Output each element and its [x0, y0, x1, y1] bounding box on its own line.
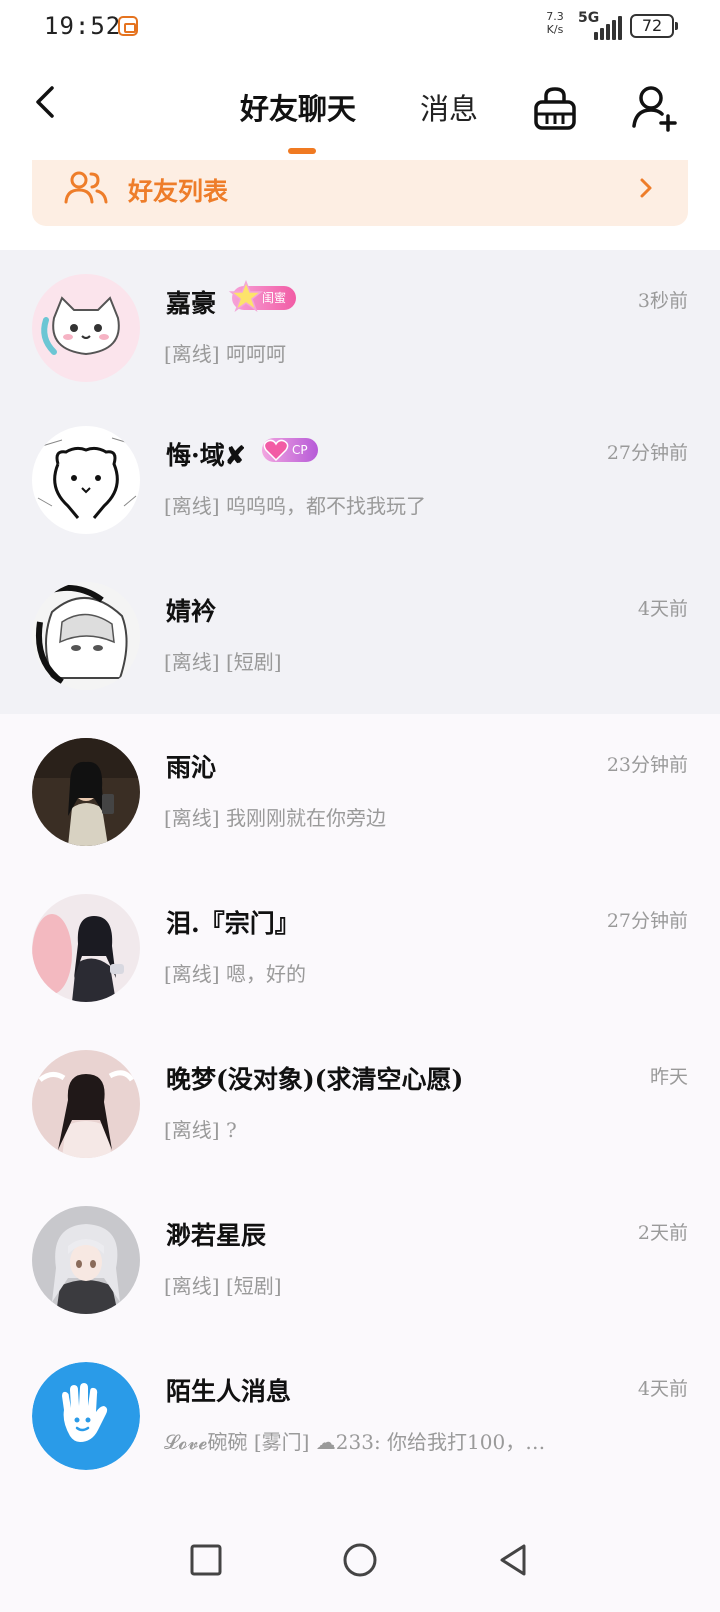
- conversation-name: 婧衿: [166, 597, 217, 626]
- avatar: [32, 894, 140, 1002]
- relationship-badge: 闺蜜: [228, 280, 297, 312]
- avatar: [32, 738, 140, 846]
- network-speed-value: 7.3: [546, 10, 564, 23]
- relationship-badge-label: CP: [292, 443, 308, 457]
- conversation-name: 陌生人消息: [166, 1377, 292, 1406]
- system-nav-bar: [0, 1516, 720, 1612]
- star-icon: [228, 280, 264, 312]
- tab-friend-chat[interactable]: 好友聊天: [240, 86, 356, 128]
- friend-list-banner[interactable]: 好友列表: [32, 160, 688, 226]
- relationship-badge-label: 闺蜜: [262, 291, 287, 305]
- triangle-back-icon[interactable]: [494, 1540, 534, 1580]
- conversation-time: 4天前: [637, 1378, 688, 1400]
- back-arrow-icon: [36, 86, 54, 118]
- conversation-item[interactable]: 悔·域✘ CP 27分钟前 [离线] 呜呜呜，都不找我玩了: [0, 402, 720, 558]
- conversation-preview: [离线] ?: [164, 1118, 237, 1142]
- signal-icon: [594, 14, 624, 40]
- conversation-item[interactable]: 嘉豪 闺蜜 3秒前 [离线] 呵呵呵: [0, 250, 720, 402]
- avatar: [32, 1206, 140, 1314]
- avatar: [32, 582, 140, 690]
- conversation-preview: [离线] 我刚刚就在你旁边: [164, 806, 386, 830]
- friend-list-section: 好友列表: [0, 158, 720, 250]
- friends-icon: [64, 171, 108, 204]
- avatar: [32, 274, 140, 382]
- conversation-name: 泪.『宗门』: [166, 909, 300, 938]
- conversation-preview: 𝓛𝓸𝓿𝓮碗碗 [雾门] ☁︎233: 你给我打100，…: [164, 1430, 546, 1454]
- conversation-preview: [离线] [短剧]: [164, 650, 282, 674]
- add-friend-button[interactable]: [632, 84, 678, 132]
- conversation-item[interactable]: 渺若星辰 2天前 [离线] [短剧]: [0, 1182, 720, 1338]
- conversation-preview: [离线] 呜呜呜，都不找我玩了: [164, 494, 426, 518]
- conversation-item[interactable]: 晚梦(没对象)(求清空心愿) 昨天 [离线] ?: [0, 1026, 720, 1182]
- relationship-badge: CP: [262, 438, 318, 462]
- conversation-preview: [离线] 呵呵呵: [164, 342, 286, 366]
- conversation-name: 悔·域✘: [166, 441, 246, 470]
- avatar: [32, 1362, 140, 1470]
- tab-messages[interactable]: 消息: [420, 86, 478, 128]
- conversation-time: 27分钟前: [606, 910, 688, 932]
- circle-icon[interactable]: [340, 1540, 380, 1580]
- conversation-preview: [离线] 嗯，好的: [164, 962, 306, 986]
- conversation-time: 昨天: [649, 1066, 688, 1088]
- square-icon[interactable]: [186, 1540, 226, 1580]
- conversation-item[interactable]: 泪.『宗门』 27分钟前 [离线] 嗯，好的: [0, 870, 720, 1026]
- conversation-time: 27分钟前: [606, 442, 688, 464]
- conversation-time: 4天前: [637, 598, 688, 620]
- conversation-name: 晚梦(没对象)(求清空心愿): [166, 1065, 464, 1094]
- conversation-item[interactable]: 陌生人消息 4天前 𝓛𝓸𝓿𝓮碗碗 [雾门] ☁︎233: 你给我打100，…: [0, 1338, 720, 1494]
- conversation-name: 渺若星辰: [166, 1221, 267, 1250]
- conversation-item[interactable]: 婧衿 4天前 [离线] [短剧]: [0, 558, 720, 714]
- conversation-time: 23分钟前: [606, 754, 688, 776]
- heart-wings-icon: [263, 439, 289, 462]
- status-bar: 19:52 7.3 K/s 5G 72: [0, 0, 720, 54]
- add-user-icon: [632, 86, 677, 132]
- conversation-list: 嘉豪 闺蜜 3秒前 [离线] 呵呵呵 悔·域✘ CP 27分钟前 [离线] 呜呜…: [0, 250, 720, 1494]
- app-header: 好友聊天 消息: [0, 54, 720, 158]
- chevron-right-icon: [640, 178, 652, 198]
- conversation-time: 2天前: [637, 1222, 688, 1244]
- notification-app-icon: [118, 16, 138, 36]
- back-button[interactable]: [26, 80, 70, 124]
- status-time: 19:52: [44, 12, 122, 40]
- conversation-name: 嘉豪: [166, 289, 217, 318]
- friend-list-label: 好友列表: [128, 177, 229, 206]
- conversation-name: 雨沁: [166, 753, 217, 782]
- avatar: [32, 426, 140, 534]
- avatar: [32, 1050, 140, 1158]
- network-speed: 7.3 K/s: [542, 10, 568, 36]
- battery-icon: 72: [630, 14, 678, 38]
- wave-hand-icon: [32, 1362, 140, 1470]
- active-tab-indicator: [288, 148, 316, 154]
- conversation-preview: [离线] [短剧]: [164, 1274, 282, 1298]
- conversation-time: 3秒前: [637, 290, 688, 312]
- shop-basket-icon: [534, 87, 576, 130]
- network-speed-unit: K/s: [546, 23, 564, 36]
- conversation-item[interactable]: 雨沁 23分钟前 [离线] 我刚刚就在你旁边: [0, 714, 720, 870]
- shop-button[interactable]: [532, 84, 578, 132]
